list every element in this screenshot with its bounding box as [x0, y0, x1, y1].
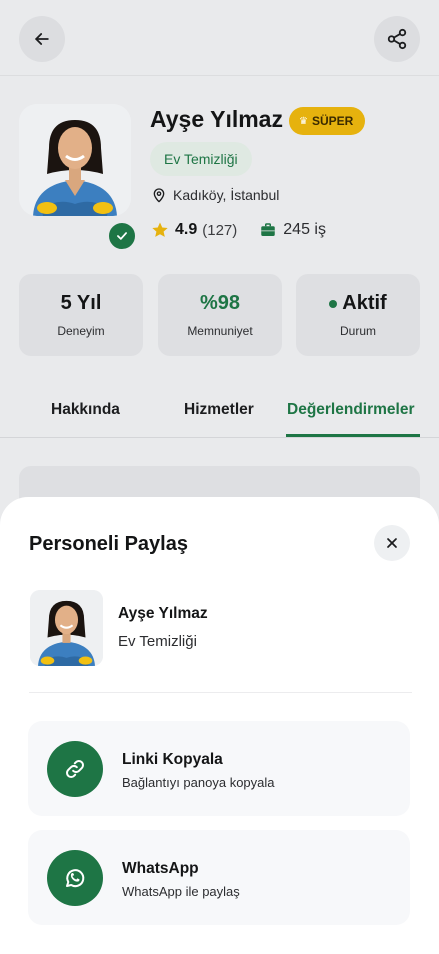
crown-icon: ♛ [299, 115, 308, 127]
category-chip: Ev Temizliği [150, 142, 252, 176]
tab-bar: Hakkında Hizmetler Değerlendirmeler [0, 388, 439, 438]
share-sheet: Personeli Paylaş Ayşe Yılmaz Ev Temizliğ… [0, 497, 439, 954]
stat-satisfaction: %98 Memnuniyet [158, 274, 282, 356]
status-dot-icon [329, 299, 338, 308]
rating-count: (127) [202, 221, 238, 239]
tab-reviews[interactable]: Değerlendirmeler [287, 401, 415, 419]
location-row: Kadıköy, İstanbul [151, 187, 279, 203]
person-category: Ev Temizliği [118, 633, 197, 650]
whatsapp-option[interactable]: WhatsApp WhatsApp ile paylaş [28, 830, 410, 925]
stat-value: 5 Yıl [60, 292, 102, 314]
close-button[interactable] [374, 525, 410, 561]
stat-label: Deneyim [57, 324, 105, 338]
active-tab-indicator [286, 434, 420, 437]
person-avatar [30, 590, 103, 666]
star-icon [152, 222, 168, 237]
verified-badge [107, 221, 137, 251]
super-badge-label: SÜPER [311, 114, 354, 128]
briefcase-icon [261, 223, 276, 236]
rating-row: 4.9 (127) 245 iş [151, 221, 326, 239]
close-icon [387, 538, 397, 548]
sheet-title: Personeli Paylaş [29, 533, 188, 555]
option-subtitle: Bağlantıyı panoya kopyala [122, 775, 275, 790]
whatsapp-icon [66, 869, 85, 888]
stat-value-row: Aktif [296, 292, 420, 315]
share-button[interactable] [374, 16, 420, 62]
copy-link-option[interactable]: Linki Kopyala Bağlantıyı panoya kopyala [28, 721, 410, 816]
option-title: WhatsApp [122, 860, 199, 877]
arrow-left-icon [35, 33, 49, 45]
back-button[interactable] [19, 16, 65, 62]
divider [29, 692, 412, 693]
stat-value: %98 [199, 292, 241, 314]
option-subtitle: WhatsApp ile paylaş [122, 884, 240, 899]
profile-avatar [19, 104, 131, 216]
jobs-count: 245 iş [259, 221, 326, 239]
tab-about[interactable]: Hakkında [51, 401, 120, 419]
jobs-text: 245 iş [283, 221, 326, 238]
check-icon [117, 232, 127, 240]
link-icon-circle [47, 741, 103, 797]
location-pin-icon [153, 188, 165, 203]
tab-services[interactable]: Hizmetler [184, 401, 254, 419]
share-icon [387, 28, 407, 50]
super-badge: ♛ SÜPER [289, 107, 366, 135]
stat-label: Durum [339, 324, 376, 338]
person-name: Ayşe Yılmaz [118, 605, 208, 622]
stat-value: Aktif [342, 292, 387, 314]
rating-value: 4.9 [175, 221, 198, 238]
location-text: Kadıköy, İstanbul [173, 187, 280, 203]
link-icon [66, 760, 84, 778]
stat-status: Aktif Durum [296, 274, 420, 356]
stat-experience: 5 Yıl Deneyim [19, 274, 143, 356]
profile-name: Ayşe Yılmaz [150, 106, 283, 132]
stat-label: Memnuniyet [187, 324, 253, 338]
option-title: Linki Kopyala [122, 751, 223, 768]
whatsapp-icon-circle [47, 850, 103, 906]
top-bar [0, 0, 439, 76]
